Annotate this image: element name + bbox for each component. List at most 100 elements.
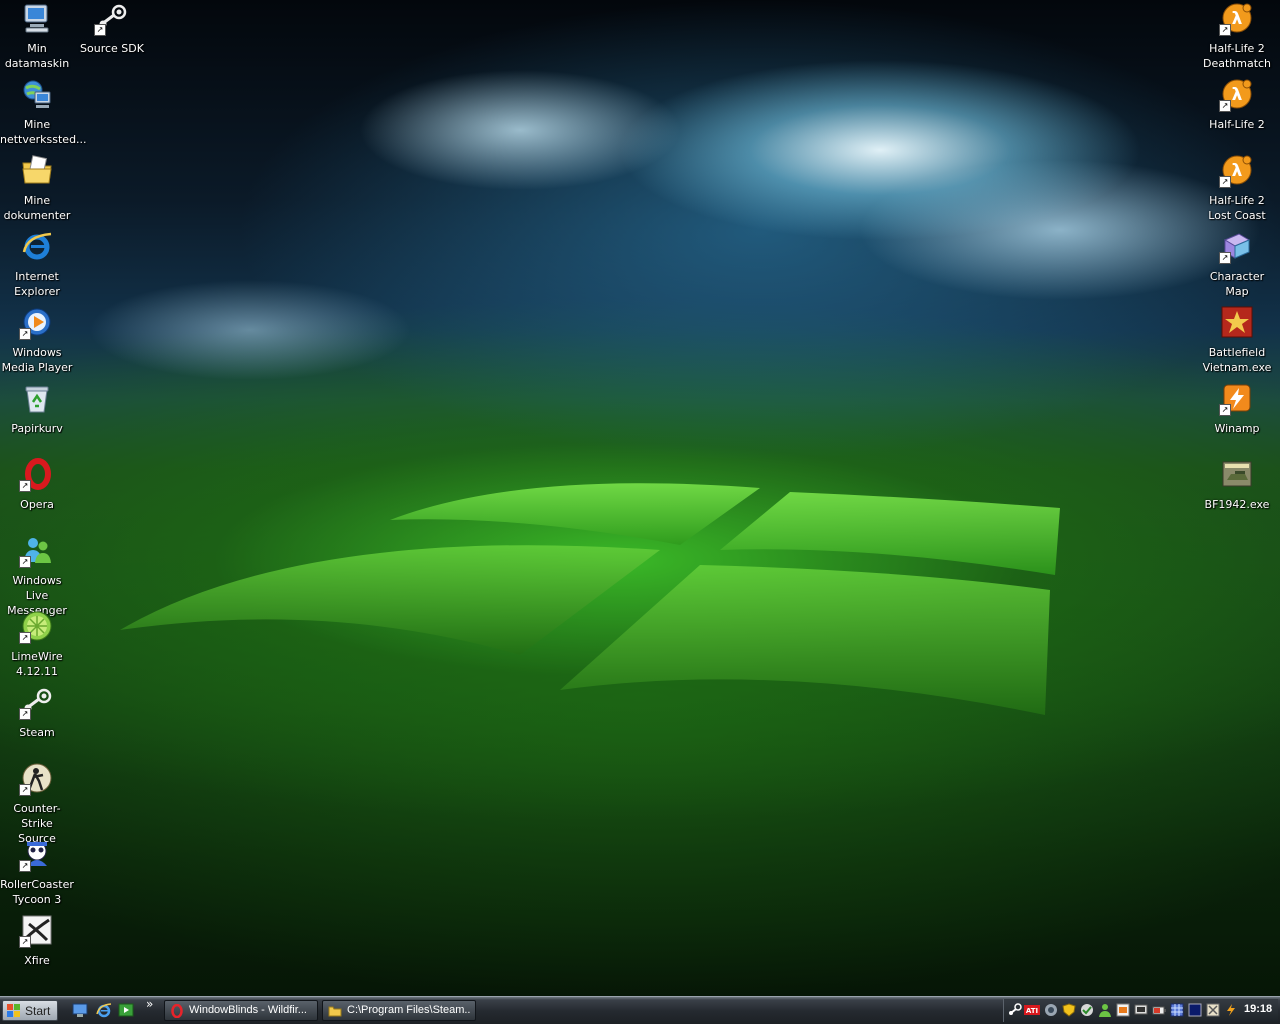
task-button-windowblinds[interactable]: WindowBlinds - Wildfir... [164, 1000, 318, 1021]
steam-icon: ↗ [94, 2, 128, 36]
desktop-icon-rollercoaster-tycoon-3[interactable]: ↗ RollerCoaster Tycoon 3 [0, 836, 74, 907]
xfire-icon: ↗ [19, 914, 53, 948]
desktop-icon-label: Half-Life 2 Deathmatch [1202, 42, 1272, 70]
half-life-icon: λ ↗ [1219, 78, 1253, 112]
shortcut-arrow-icon: ↗ [94, 24, 106, 36]
winamp-icon: ↗ [1219, 382, 1253, 416]
task-button-steam-folder[interactable]: C:\Program Files\Steam... [322, 1000, 476, 1021]
desktop-icon-counter-strike-source[interactable]: ↗ Counter-Strike Source [0, 760, 74, 846]
messenger-tray-icon[interactable] [1098, 1003, 1112, 1017]
monitor-tray-icon[interactable] [1134, 1003, 1148, 1017]
desktop-icon-half-life-2-deathmatch[interactable]: λ ↗ Half-Life 2 Deathmatch [1200, 0, 1274, 71]
start-button[interactable]: Start [2, 1000, 58, 1021]
desktop-icon-source-sdk[interactable]: ↗ Source SDK [75, 0, 149, 56]
shortcut-arrow-icon: ↗ [19, 480, 31, 492]
folder-icon [328, 1006, 342, 1017]
desktop-icon-winamp[interactable]: ↗ Winamp [1200, 380, 1274, 436]
opera-icon [171, 1004, 183, 1018]
desktop: Min datamaskin ↗ Source SDK Mine nettver… [0, 0, 1280, 1024]
desktop-icon-label: RollerCoaster Tycoon 3 [0, 878, 74, 906]
shortcut-arrow-icon: ↗ [1219, 176, 1231, 188]
desktop-icon-xfire[interactable]: ↗ Xfire [0, 912, 74, 968]
svg-text:ATI: ATI [1026, 1007, 1038, 1015]
desktop-icon-label: Mine dokumenter [3, 194, 71, 222]
antivirus-tray-icon[interactable] [1044, 1003, 1058, 1017]
steam-icon: ↗ [19, 686, 53, 720]
desktop-icon-label: Mine nettverkssted... [0, 118, 87, 146]
character-map-icon: ↗ [1219, 230, 1253, 264]
messenger-icon: ↗ [19, 534, 53, 568]
app-tray-icon[interactable] [1116, 1003, 1130, 1017]
tools-tray-icon[interactable] [1206, 1003, 1220, 1017]
desktop-icon-label: Steam [19, 726, 55, 739]
grid-tray-icon[interactable] [1170, 1003, 1184, 1017]
rollercoaster-icon: ↗ [19, 838, 53, 872]
desktop-icon-bf1942[interactable]: BF1942.exe [1200, 456, 1274, 512]
desktop-icon-label: BF1942.exe [1204, 498, 1270, 511]
blank-window-tray-icon[interactable] [1188, 1003, 1202, 1017]
desktop-icon-min-datamaskin[interactable]: Min datamaskin [0, 0, 74, 71]
desktop-icon-limewire[interactable]: ↗ LimeWire 4.12.11 [0, 608, 74, 679]
documents-folder-icon [21, 154, 53, 186]
ati-tray-icon[interactable]: ATI [1024, 1003, 1040, 1017]
system-tray: ATI 19:18 [1003, 999, 1278, 1022]
desktop-icon-steam[interactable]: ↗ Steam [0, 684, 74, 740]
bf1942-icon [1221, 458, 1253, 490]
shortcut-arrow-icon: ↗ [19, 784, 31, 796]
computer-icon [21, 2, 53, 34]
desktop-icon-battlefield-vietnam[interactable]: Battlefield Vietnam.exe [1200, 304, 1274, 375]
desktop-icon-label: Min datamaskin [4, 42, 70, 70]
show-desktop-icon[interactable] [72, 1002, 88, 1018]
svg-text:λ: λ [1232, 85, 1243, 105]
shortcut-arrow-icon: ↗ [19, 860, 31, 872]
desktop-icon-windows-media-player[interactable]: ↗ Windows Media Player [0, 304, 74, 375]
media-player-icon: ↗ [19, 306, 53, 340]
network-places-icon [21, 78, 53, 110]
desktop-icon-internet-explorer[interactable]: Internet Explorer [0, 228, 74, 299]
desktop-icon-windows-live-messenger[interactable]: ↗ Windows Live Messenger [0, 532, 74, 618]
internet-explorer-quicklaunch-icon[interactable] [96, 1002, 112, 1018]
desktop-icon-label: Source SDK [80, 42, 144, 55]
desktop-icon-label: Opera [20, 498, 54, 511]
counter-strike-icon: ↗ [19, 762, 53, 796]
desktop-icon-label: Internet Explorer [14, 270, 60, 298]
task-button-label: WindowBlinds - Wildfir... [189, 1004, 307, 1016]
half-life-icon: λ ↗ [1219, 2, 1253, 36]
network-tray-icon[interactable] [1080, 1003, 1094, 1017]
media-quicklaunch-icon[interactable] [118, 1002, 134, 1018]
battery-tray-icon[interactable] [1152, 1003, 1166, 1017]
desktop-icon-label: LimeWire 4.12.11 [11, 650, 63, 678]
half-life-icon: λ ↗ [1219, 154, 1253, 188]
quick-launch-chevron[interactable]: » [146, 997, 153, 1011]
windows-logo-icon [7, 1004, 20, 1017]
desktop-icon-label: Character Map [1209, 270, 1265, 298]
desktop-icon-label: Xfire [24, 954, 50, 967]
limewire-icon: ↗ [19, 610, 53, 644]
shortcut-arrow-icon: ↗ [19, 556, 31, 568]
security-shield-tray-icon[interactable] [1062, 1003, 1076, 1017]
shortcut-arrow-icon: ↗ [1219, 24, 1231, 36]
desktop-icon-mine-nettverkssteder[interactable]: Mine nettverkssted... [0, 76, 87, 147]
desktop-icon-papirkurv[interactable]: Papirkurv [0, 380, 74, 436]
desktop-icon-character-map[interactable]: ↗ Character Map [1200, 228, 1274, 299]
desktop-icon-mine-dokumenter[interactable]: Mine dokumenter [0, 152, 74, 223]
svg-text:λ: λ [1232, 9, 1243, 29]
clock[interactable]: 19:18 [1244, 1003, 1272, 1015]
steam-tray-icon[interactable] [1008, 1003, 1022, 1017]
winamp-tray-icon[interactable] [1224, 1003, 1238, 1017]
shortcut-arrow-icon: ↗ [1219, 252, 1231, 264]
desktop-icon-half-life-2-lost-coast[interactable]: λ ↗ Half-Life 2 Lost Coast [1200, 152, 1274, 223]
internet-explorer-icon [21, 230, 53, 262]
desktop-icon-half-life-2[interactable]: λ ↗ Half-Life 2 [1200, 76, 1274, 132]
shortcut-arrow-icon: ↗ [19, 328, 31, 340]
shortcut-arrow-icon: ↗ [1219, 404, 1231, 416]
opera-icon: ↗ [19, 458, 53, 492]
battlefield-vietnam-icon [1221, 306, 1253, 338]
desktop-icon-label: Battlefield Vietnam.exe [1202, 346, 1272, 374]
desktop-icon-opera[interactable]: ↗ Opera [0, 456, 74, 512]
svg-text:λ: λ [1232, 161, 1243, 181]
start-label: Start [25, 1004, 51, 1018]
shortcut-arrow-icon: ↗ [1219, 100, 1231, 112]
wallpaper-windows-logo [120, 483, 1060, 715]
recycle-bin-icon [21, 382, 53, 414]
